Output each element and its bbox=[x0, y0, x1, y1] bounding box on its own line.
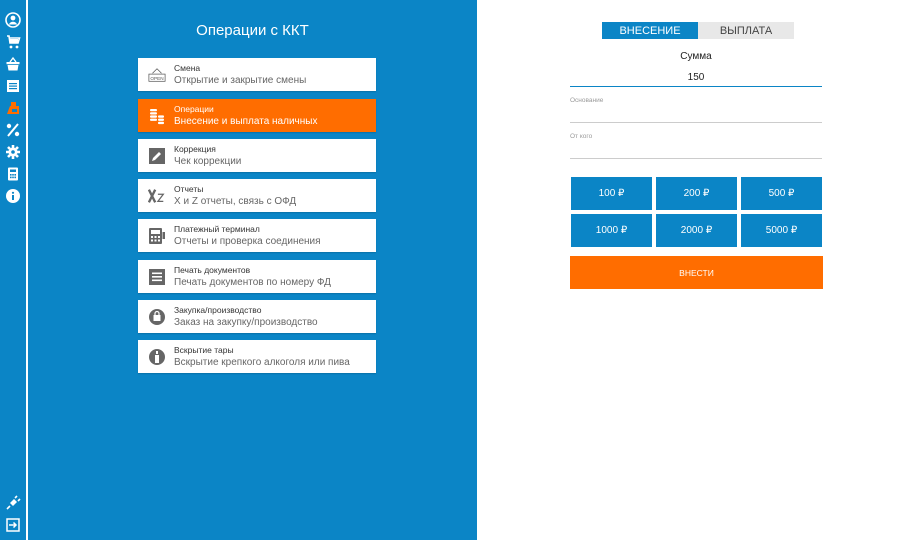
menu-item-subtitle: Вскрытие крепкого алкоголя или пива bbox=[174, 357, 350, 368]
menu-item-open-container[interactable]: Вскрытие тары Вскрытие крепкого алкоголя… bbox=[138, 340, 376, 373]
info-icon[interactable] bbox=[4, 187, 22, 205]
panel-title: Операции с ККТ bbox=[196, 22, 309, 39]
kkt-icon[interactable] bbox=[4, 99, 22, 117]
menu-item-correction[interactable]: Коррекция Чек коррекции bbox=[138, 139, 376, 172]
menu-item-subtitle: X и Z отчеты, связь с ОФД bbox=[174, 196, 297, 207]
icon-sidebar bbox=[0, 0, 26, 540]
menu-item-title: Смена bbox=[174, 63, 201, 73]
menu-item-operations[interactable]: Операции Внесение и выплата наличных bbox=[138, 99, 376, 132]
amount-button-2000[interactable]: 2000 ₽ bbox=[656, 214, 737, 247]
menu-item-subtitle: Отчеты и проверка соединения bbox=[174, 236, 321, 247]
menu-item-shift[interactable]: OPEN Смена Открытие и закрытие смены bbox=[138, 58, 376, 91]
menu-item-print-documents[interactable]: Печать документов Печать документов по н… bbox=[138, 260, 376, 293]
menu-item-subtitle: Чек коррекции bbox=[174, 156, 242, 167]
pencil-icon bbox=[148, 147, 166, 165]
bottle-icon bbox=[148, 348, 166, 366]
operation-tabs: ВНЕСЕНИЕ ВЫПЛАТА bbox=[602, 22, 794, 39]
xz-icon bbox=[148, 187, 166, 205]
reason-field-underline bbox=[570, 122, 822, 123]
coins-icon bbox=[148, 107, 166, 125]
percent-icon[interactable] bbox=[4, 121, 22, 139]
sum-input-underline bbox=[570, 86, 822, 87]
menu-item-subtitle: Печать документов по номеру ФД bbox=[174, 277, 331, 288]
from-field[interactable]: От кого bbox=[570, 133, 592, 140]
menu-item-subtitle: Открытие и закрытие смены bbox=[174, 75, 307, 86]
menu-item-title: Вскрытие тары bbox=[174, 345, 234, 355]
amount-button-1000[interactable]: 1000 ₽ bbox=[571, 214, 652, 247]
calculator-icon[interactable] bbox=[4, 165, 22, 183]
amount-button-500[interactable]: 500 ₽ bbox=[741, 177, 822, 210]
amount-button-200[interactable]: 200 ₽ bbox=[656, 177, 737, 210]
tab-payout[interactable]: ВЫПЛАТА bbox=[698, 22, 794, 39]
operations-panel: Операции с ККТ OPEN Смена Открытие и зак… bbox=[28, 0, 477, 540]
menu-item-subtitle: Заказ на закупку/производство bbox=[174, 317, 318, 328]
menu-item-subtitle: Внесение и выплата наличных bbox=[174, 116, 318, 127]
cart-icon[interactable] bbox=[4, 33, 22, 51]
menu-item-title: Отчеты bbox=[174, 184, 204, 194]
menu-item-terminal[interactable]: Платежный терминал Отчеты и проверка сое… bbox=[138, 219, 376, 252]
sum-input[interactable]: 150 bbox=[570, 72, 822, 83]
cash-operation-form: ВНЕСЕНИЕ ВЫПЛАТА Сумма 150 Основание От … bbox=[477, 0, 908, 540]
menu-item-purchase[interactable]: Закупка/производство Заказ на закупку/пр… bbox=[138, 300, 376, 333]
terminal-icon bbox=[148, 227, 166, 245]
menu-item-title: Печать документов bbox=[174, 265, 251, 275]
menu-item-title: Закупка/производство bbox=[174, 305, 262, 315]
document-icon bbox=[148, 268, 166, 286]
bag-icon bbox=[148, 308, 166, 326]
from-field-underline bbox=[570, 158, 822, 159]
amount-button-100[interactable]: 100 ₽ bbox=[571, 177, 652, 210]
open-sign-text: OPEN bbox=[150, 75, 163, 80]
basket-icon[interactable] bbox=[4, 55, 22, 73]
deposit-submit-button[interactable]: ВНЕСТИ bbox=[570, 256, 823, 289]
gear-icon[interactable] bbox=[4, 143, 22, 161]
menu-item-title: Платежный терминал bbox=[174, 224, 260, 234]
open-sign-icon: OPEN bbox=[148, 66, 166, 84]
reason-field[interactable]: Основание bbox=[570, 97, 603, 104]
menu-item-reports[interactable]: Отчеты X и Z отчеты, связь с ОФД bbox=[138, 179, 376, 212]
menu-item-title: Коррекция bbox=[174, 144, 216, 154]
list-icon[interactable] bbox=[4, 77, 22, 95]
menu-item-title: Операции bbox=[174, 104, 214, 114]
user-icon[interactable] bbox=[4, 11, 22, 29]
tab-deposit[interactable]: ВНЕСЕНИЕ bbox=[602, 22, 698, 39]
logout-icon[interactable] bbox=[4, 516, 22, 534]
amount-button-5000[interactable]: 5000 ₽ bbox=[741, 214, 822, 247]
plug-icon[interactable] bbox=[4, 494, 22, 512]
sum-label: Сумма bbox=[680, 51, 712, 62]
